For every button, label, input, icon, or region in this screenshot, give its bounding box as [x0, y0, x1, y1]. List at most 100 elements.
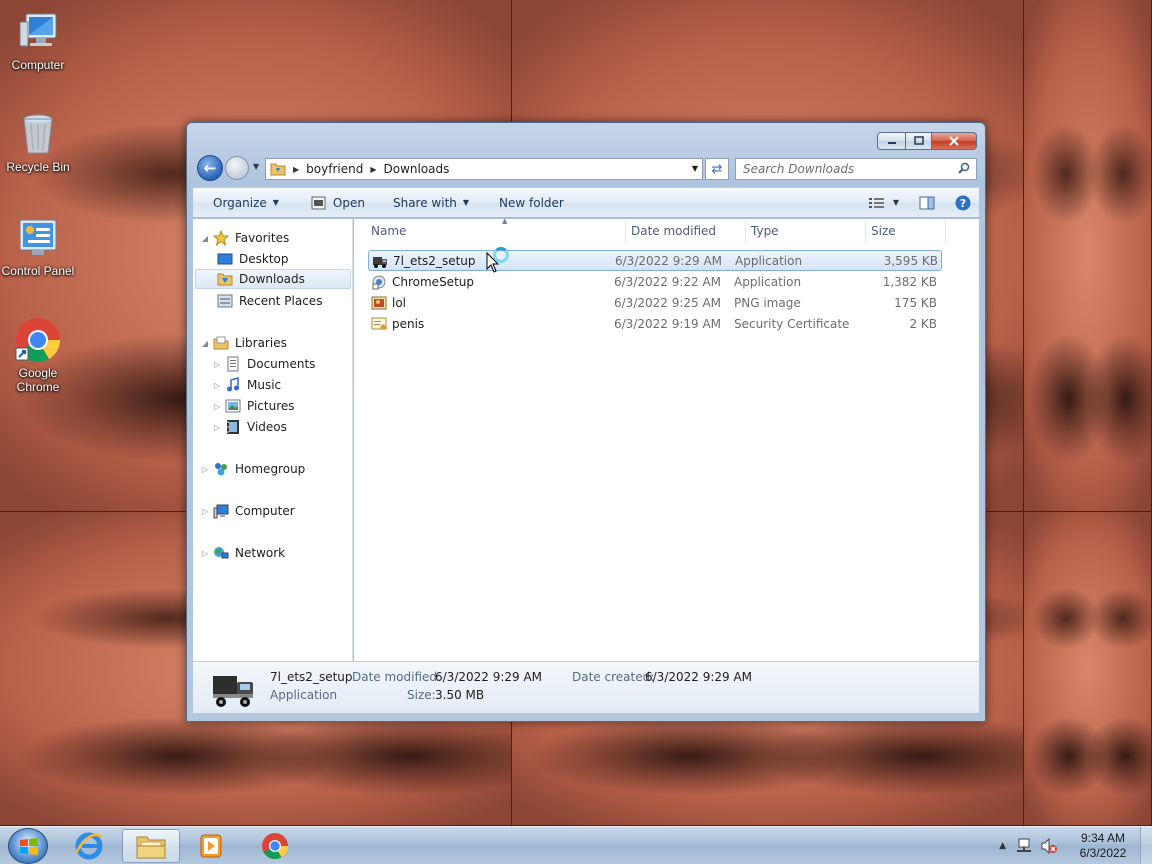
preview-pane-button[interactable] — [919, 196, 935, 210]
network-tray-icon[interactable] — [1016, 838, 1032, 854]
explorer-window[interactable]: ← ▼ ▶ boyfriend ▶ Downloads ▼ ⇄ Organize… — [186, 122, 986, 722]
details-created-value: 6/3/2022 9:29 AM — [645, 670, 753, 684]
expand-arrow-icon[interactable]: ▷ — [211, 360, 223, 369]
network-icon — [213, 545, 229, 561]
nav-pictures[interactable]: ▷ Pictures — [211, 396, 295, 416]
nav-recent-places[interactable]: Recent Places — [215, 291, 322, 311]
nav-desktop[interactable]: Desktop — [215, 249, 289, 269]
column-label: Name — [371, 224, 407, 238]
maximize-button[interactable] — [906, 132, 932, 150]
svg-text:?: ? — [960, 197, 966, 210]
desktop-icon-recycle-bin[interactable]: Recycle Bin — [0, 110, 76, 174]
nav-homegroup[interactable]: ▷ Homegroup — [199, 459, 305, 479]
file-row[interactable]: 7l_ets2_setup 6/3/2022 9:29 AM Applicati… — [368, 250, 942, 271]
maximize-icon — [913, 136, 924, 145]
column-header-name[interactable]: ▲ Name — [366, 217, 626, 243]
file-name-cell: penis — [368, 316, 614, 332]
expand-arrow-icon[interactable]: ▷ — [199, 465, 211, 474]
column-header-size[interactable]: Size — [866, 219, 946, 243]
breadcrumb-item[interactable]: Downloads — [383, 162, 449, 176]
nav-computer[interactable]: ▷ Computer — [199, 501, 295, 521]
file-name: lol — [392, 295, 407, 310]
expand-arrow-icon[interactable]: ▷ — [211, 381, 223, 390]
expand-arrow-icon[interactable]: ▷ — [199, 549, 211, 558]
refresh-button[interactable]: ⇄ — [705, 158, 729, 180]
show-hidden-icons-button[interactable]: ▲ — [999, 841, 1006, 851]
file-type: Application — [734, 274, 802, 289]
nav-music[interactable]: ▷ Music — [211, 375, 281, 395]
file-row[interactable]: penis 6/3/2022 9:19 AM Security Certific… — [368, 313, 942, 334]
details-file-name: 7l_ets2_setup — [270, 670, 353, 684]
view-list-icon — [868, 197, 884, 208]
taskbar-chrome[interactable] — [246, 829, 304, 863]
share-with-button[interactable]: Share with ▼ — [385, 188, 477, 217]
column-header-type[interactable]: Type — [746, 219, 866, 243]
nav-documents[interactable]: ▷ Documents — [211, 354, 315, 374]
volume-muted-icon[interactable] — [1040, 838, 1058, 854]
control-panel-icon — [14, 214, 62, 262]
nav-label: Recent Places — [239, 294, 323, 308]
nav-network[interactable]: ▷ Network — [199, 543, 285, 563]
minimize-button[interactable] — [877, 132, 906, 150]
collapse-arrow-icon[interactable]: ◢ — [199, 339, 211, 348]
details-modified-value: 6/3/2022 9:29 AM — [435, 670, 543, 684]
chevron-right-icon[interactable]: ▶ — [370, 165, 376, 174]
documents-icon — [225, 356, 241, 372]
address-bar[interactable]: ▶ boyfriend ▶ Downloads ▼ — [265, 158, 703, 180]
change-view-button[interactable]: ▼ — [868, 197, 899, 209]
search-input[interactable] — [736, 160, 958, 178]
media-player-icon — [200, 834, 222, 858]
desktop-icon-label: Computer — [11, 58, 65, 72]
nav-favorites[interactable]: ◢ Favorites — [199, 228, 289, 248]
clock[interactable]: 9:34 AM 6/3/2022 — [1066, 831, 1140, 861]
breadcrumb-item[interactable]: boyfriend — [306, 162, 363, 176]
nav-label: Downloads — [239, 272, 305, 286]
close-icon — [949, 136, 959, 146]
expand-arrow-icon[interactable]: ▷ — [211, 423, 223, 432]
search-box[interactable] — [735, 158, 977, 180]
nav-downloads[interactable]: Downloads — [195, 269, 351, 289]
file-size: 175 KB — [894, 295, 937, 310]
desktop-icon-label: Recycle Bin — [6, 160, 70, 174]
start-button[interactable] — [8, 828, 48, 864]
minimize-icon — [887, 142, 896, 144]
details-created-label: Date created: — [572, 670, 655, 684]
close-button[interactable] — [932, 132, 977, 150]
file-list[interactable]: ▲ Name Date modified Type Size 7l_ets2_s… — [354, 217, 979, 661]
wallpaper-tile — [1024, 512, 1152, 826]
search-icon[interactable] — [958, 162, 976, 177]
nav-label: Favorites — [235, 231, 290, 245]
desktop-icon-computer[interactable]: Computer — [0, 8, 76, 72]
desktop-icon-control-panel[interactable]: Control Panel — [0, 214, 76, 278]
expand-arrow-icon[interactable]: ▷ — [211, 402, 223, 411]
organize-button[interactable]: Organize ▼ — [205, 188, 287, 217]
open-button[interactable]: Open — [303, 188, 373, 217]
windows-logo-icon — [20, 838, 38, 855]
expand-arrow-icon[interactable]: ▷ — [199, 507, 211, 516]
taskbar-internet-explorer[interactable] — [60, 829, 118, 863]
show-desktop-button[interactable] — [1140, 827, 1152, 864]
desktop-icon-label: Control Panel — [1, 264, 75, 278]
desktop-icon-google-chrome[interactable]: Google Chrome — [0, 316, 76, 394]
details-file-type: Application — [270, 688, 338, 702]
nav-libraries[interactable]: ◢ Libraries — [199, 333, 287, 353]
taskbar-windows-explorer[interactable] — [122, 829, 180, 863]
nav-label: Libraries — [235, 336, 287, 350]
chevron-down-icon[interactable]: ▼ — [692, 164, 698, 173]
taskbar-media-player[interactable] — [182, 829, 240, 863]
file-row[interactable]: lol 6/3/2022 9:25 AM PNG image 175 KB — [368, 292, 942, 313]
view-controls: ▼ ? — [868, 188, 971, 217]
help-button[interactable]: ? — [955, 195, 971, 211]
nav-label: Computer — [235, 504, 295, 518]
collapse-arrow-icon[interactable]: ◢ — [199, 234, 211, 243]
forward-button[interactable] — [225, 156, 249, 180]
column-header-date-modified[interactable]: Date modified — [626, 219, 746, 243]
file-type: PNG image — [734, 295, 801, 310]
file-row[interactable]: ChromeSetup 6/3/2022 9:22 AM Application… — [368, 271, 942, 292]
new-folder-button[interactable]: New folder — [491, 188, 572, 217]
recent-pages-dropdown[interactable]: ▼ — [253, 162, 259, 171]
back-button[interactable]: ← — [197, 155, 223, 181]
file-size: 3,595 KB — [883, 253, 938, 268]
recent-places-icon — [217, 293, 233, 309]
nav-videos[interactable]: ▷ Videos — [211, 417, 287, 437]
